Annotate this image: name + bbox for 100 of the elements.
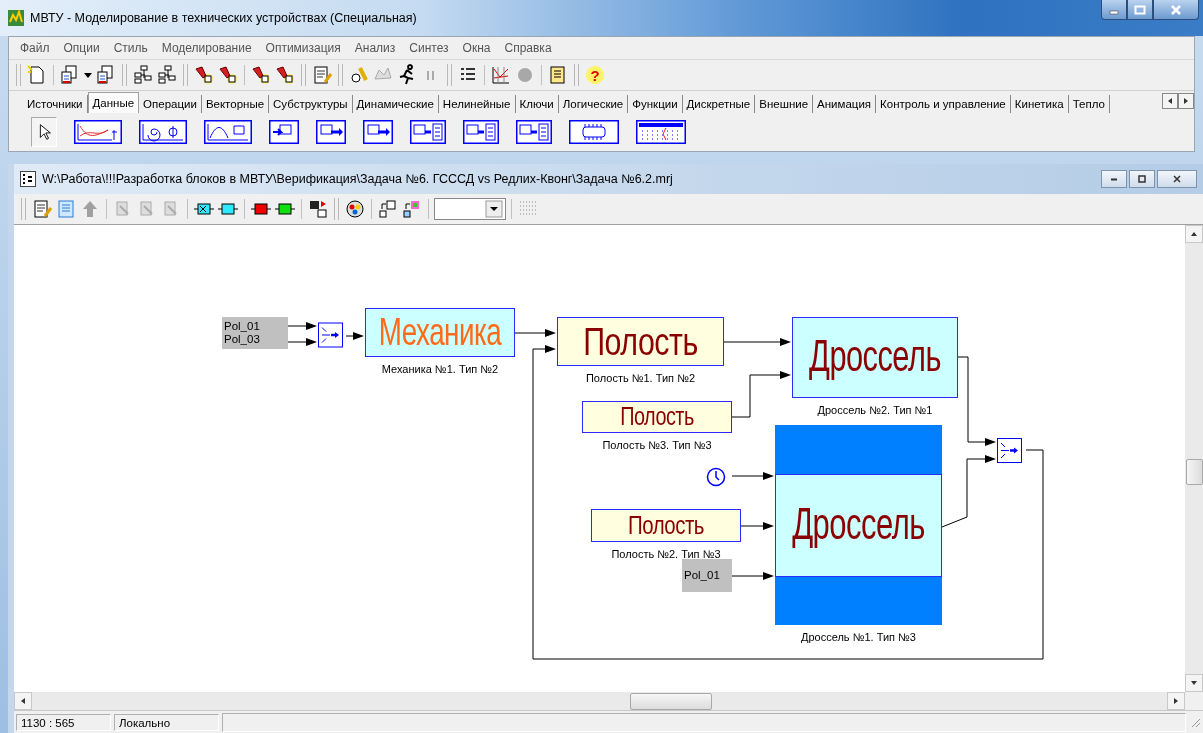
cavity-block: Полость — [557, 317, 724, 366]
close-button[interactable] — [1157, 170, 1197, 188]
cavity-block: Полость — [591, 509, 741, 542]
block-caption: Дроссель №2. Тип №1 — [817, 404, 933, 416]
minimize-button[interactable] — [1101, 170, 1127, 188]
palette-tab[interactable]: Кинетика — [1010, 95, 1069, 113]
palette-tab[interactable]: Субструктуры — [269, 95, 353, 113]
signal-name: Pol_03 — [224, 333, 261, 346]
connector-arrow — [731, 371, 791, 418]
palette-tab[interactable]: Тепло — [1068, 95, 1110, 113]
close-icon — [1172, 174, 1182, 184]
palette-icon[interactable] — [344, 198, 366, 220]
scrollbar-thumb[interactable] — [630, 693, 712, 710]
block-icon[interactable] — [74, 120, 122, 144]
multiplexer-block — [997, 438, 1022, 463]
minimize-icon — [1110, 177, 1118, 181]
palette-tab[interactable]: Источники — [23, 95, 88, 113]
app-icon — [8, 10, 24, 26]
clock-icon — [706, 467, 726, 487]
vertical-scrollbar[interactable] — [1185, 225, 1203, 692]
tree-icon[interactable] — [132, 64, 154, 86]
block-caption: Механика №1. Тип №2 — [381, 363, 499, 375]
block-icon[interactable] — [410, 120, 446, 144]
menu-item[interactable]: Стиль — [106, 41, 155, 55]
scroll-down-button[interactable] — [1185, 674, 1203, 692]
connector-arrow — [345, 332, 364, 340]
palette-tab[interactable]: Данные — [87, 92, 140, 113]
block-icon[interactable] — [316, 120, 346, 144]
palette-tab[interactable]: Векторные — [201, 95, 270, 113]
block-icon[interactable] — [636, 120, 686, 144]
connector-arrow — [287, 322, 317, 330]
mechanics-block: Механика — [365, 308, 515, 357]
document-icon — [20, 171, 36, 187]
palette-tab[interactable]: Внешние — [755, 95, 814, 113]
menu-item[interactable]: Оптимизация — [258, 41, 348, 55]
palette-tab[interactable]: Функции — [628, 95, 683, 113]
palette-tab[interactable]: Операции — [139, 95, 202, 113]
scroll-left-button[interactable] — [1162, 93, 1178, 109]
block-icon[interactable] — [204, 120, 252, 144]
block-icon[interactable] — [269, 120, 299, 144]
block-icon[interactable] — [516, 120, 552, 144]
palette-tab[interactable]: Контроль и управление — [876, 95, 1011, 113]
edit-icon[interactable] — [311, 64, 333, 86]
help-button[interactable]: ? — [584, 64, 606, 86]
block-icon[interactable] — [463, 120, 499, 144]
block-icon[interactable] — [363, 120, 393, 144]
palette-tab[interactable]: Нелинейные — [438, 95, 516, 113]
connector-arrow — [731, 572, 774, 580]
scroll-up-button[interactable] — [1185, 225, 1203, 243]
palette-tab[interactable]: Логические — [558, 95, 629, 113]
palette-tab[interactable]: Динамические — [352, 95, 439, 113]
document-title: W:\Работа\!!!Разработка блоков в МВТУ\Верификация\Задача №6. ГСССД vs Редлих-Квонг\Задача №6.2.mrj — [42, 172, 674, 186]
connector-arrow — [740, 522, 774, 530]
menu-item[interactable]: Справка — [497, 41, 559, 55]
connector-arrow — [723, 338, 791, 346]
flashlight-icon[interactable] — [217, 64, 239, 86]
maximize-button[interactable] — [1129, 170, 1155, 188]
status-text: Локально — [114, 713, 219, 731]
menu-item[interactable]: Синтез — [402, 41, 456, 55]
menu-item[interactable]: Файл — [13, 41, 57, 55]
signal-name: Pol_01 — [224, 320, 261, 333]
palette-tab[interactable]: Ключи — [515, 95, 559, 113]
edit-icon[interactable] — [31, 198, 53, 220]
block-icon[interactable] — [139, 120, 187, 144]
throttle-block: Дроссель — [792, 317, 958, 398]
close-button[interactable] — [1153, 0, 1199, 20]
window-title: МВТУ - Моделирование в технических устройствах (Специальная) — [30, 11, 418, 25]
menu-item[interactable]: Опции — [56, 41, 107, 55]
flashlight-icon[interactable] — [274, 64, 296, 86]
menu-item[interactable]: Окна — [455, 41, 498, 55]
chart-icon[interactable] — [490, 64, 512, 86]
scroll-left-button[interactable] — [14, 692, 32, 710]
palette-tab[interactable]: Дискретные — [682, 95, 756, 113]
pointer-tool[interactable] — [31, 117, 57, 147]
maximize-button[interactable] — [1127, 0, 1153, 20]
block-caption: Полость №3. Тип №3 — [602, 439, 712, 451]
connector-arrow — [514, 329, 556, 337]
block-caption: Полость №1. Тип №2 — [585, 372, 696, 384]
minimize-button[interactable] — [1101, 0, 1127, 20]
flashlight-icon[interactable] — [193, 64, 215, 86]
maximize-icon — [1137, 174, 1147, 184]
close-icon — [1170, 4, 1182, 15]
horizontal-scrollbar[interactable] — [14, 692, 1185, 710]
block-icon[interactable] — [569, 120, 619, 144]
multiplexer-block — [318, 320, 343, 350]
menu-item[interactable]: Моделирование — [154, 41, 259, 55]
scroll-right-button[interactable] — [1178, 93, 1194, 109]
scroll-right-button[interactable] — [1167, 692, 1185, 710]
menu-item[interactable]: Анализ — [347, 41, 403, 55]
scrollbar-thumb[interactable] — [1186, 459, 1203, 485]
connector-arrow — [532, 345, 556, 353]
throttle-block: Дроссель — [775, 473, 942, 577]
signal-name: Pol_01 — [684, 569, 721, 582]
tree-icon[interactable] — [156, 64, 178, 86]
palette-tab[interactable]: Анимация — [813, 95, 877, 113]
block-caption: Полость №2. Тип №3 — [611, 548, 721, 560]
flashlight-icon[interactable] — [250, 64, 272, 86]
zoom-dropdown[interactable] — [434, 198, 506, 220]
status-text: 1130 : 565 — [16, 713, 111, 731]
squares-icon[interactable] — [377, 198, 399, 220]
